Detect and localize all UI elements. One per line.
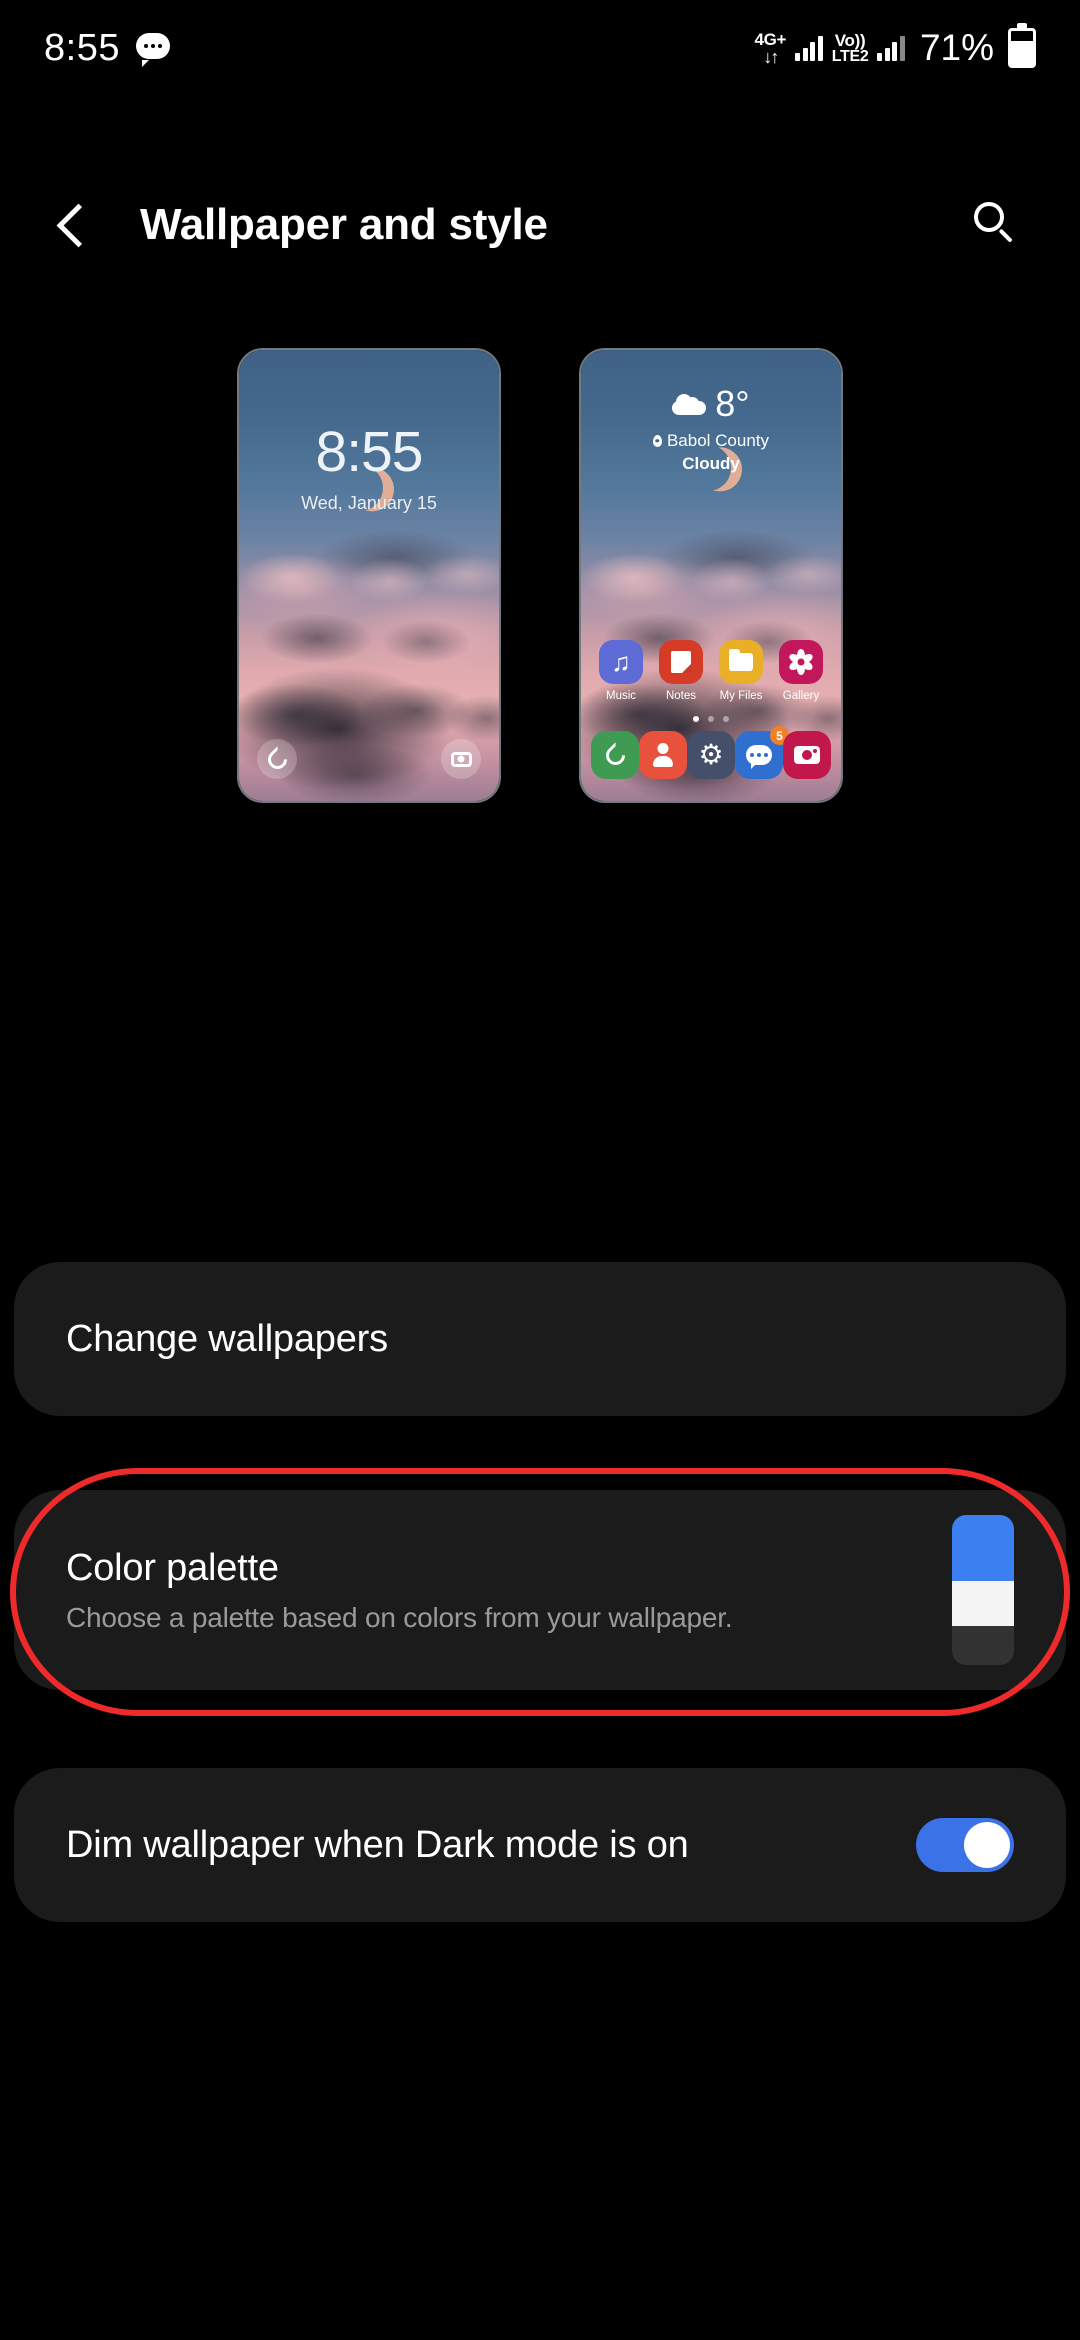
color-palette-row[interactable]: Color palette Choose a palette based on …: [14, 1490, 1066, 1690]
music-app-icon: ♫: [599, 640, 643, 684]
color-palette-title: Color palette: [66, 1546, 279, 1589]
search-button[interactable]: [948, 176, 1044, 272]
lock-shortcut-phone-button[interactable]: [257, 739, 297, 779]
lock-wallpaper-image: [239, 350, 499, 801]
home-screen-preview[interactable]: 8° Babol County Cloudy ♫ Music Notes My …: [579, 348, 843, 803]
page-title: Wallpaper and style: [140, 200, 548, 249]
home-app-gallery[interactable]: Gallery: [773, 640, 829, 702]
dim-wallpaper-toggle[interactable]: [916, 1818, 1014, 1872]
notes-app-icon: [659, 640, 703, 684]
home-app-my-files[interactable]: My Files: [713, 640, 769, 702]
weather-location-row: Babol County: [581, 431, 841, 451]
home-dock: ⚙ 5: [581, 726, 841, 779]
settings-app-icon[interactable]: ⚙: [687, 731, 735, 779]
status-bar-right: 4G+ ↓↑ Vo)) LTE2 71%: [754, 27, 1036, 69]
search-icon: [974, 202, 1018, 246]
status-bar-left: 8:55: [44, 27, 170, 70]
battery-percent-label: 71%: [919, 27, 994, 68]
lock-screen-date: Wed, January 15: [301, 493, 437, 513]
battery-icon: [1008, 28, 1036, 68]
lock-screen-clock: 8:55: [315, 420, 424, 484]
change-wallpapers-title: Change wallpapers: [66, 1317, 388, 1360]
wallpaper-previews: 8:55 Wed, January 15 8° Babol County Clo…: [0, 348, 1080, 803]
swatch-color-3: [952, 1626, 1014, 1665]
dim-wallpaper-texts: Dim wallpaper when Dark mode is on: [66, 1824, 916, 1867]
gallery-app-icon: [779, 640, 823, 684]
app-label: My Files: [719, 690, 763, 702]
phone-app-icon[interactable]: [591, 731, 639, 779]
location-pin-icon: [652, 435, 662, 447]
weather-temperature-row: 8°: [581, 386, 841, 422]
dim-wallpaper-title: Dim wallpaper when Dark mode is on: [66, 1823, 689, 1866]
volte-label: Vo)): [834, 30, 866, 50]
lte-label: LTE2: [831, 47, 869, 65]
status-bar: 8:55 4G+ ↓↑ Vo)) LTE2 71%: [0, 0, 1080, 96]
home-app-music[interactable]: ♫ Music: [593, 640, 649, 702]
home-app-grid: ♫ Music Notes My Files Gallery: [581, 640, 841, 702]
message-bubble-icon: [135, 33, 170, 67]
signal-bars-sim1-icon: [795, 35, 823, 61]
change-wallpapers-texts: Change wallpapers: [66, 1318, 1014, 1361]
color-palette-subtitle: Choose a palette based on colors from yo…: [66, 1601, 733, 1633]
dim-wallpaper-row[interactable]: Dim wallpaper when Dark mode is on: [14, 1768, 1066, 1922]
change-wallpapers-row[interactable]: Change wallpapers: [14, 1262, 1066, 1416]
app-label: Notes: [665, 690, 697, 702]
app-bar: Wallpaper and style: [0, 170, 1080, 280]
contacts-app-icon[interactable]: [639, 731, 687, 779]
signal-bars-sim2-icon: [877, 35, 905, 61]
cloudy-icon: [672, 393, 707, 415]
back-button[interactable]: [30, 177, 126, 273]
phone-icon: [263, 745, 291, 773]
status-bar-clock: 8:55: [44, 26, 120, 69]
toggle-knob: [964, 1822, 1010, 1868]
weather-location: Babol County: [666, 431, 770, 450]
color-palette-texts: Color palette Choose a palette based on …: [66, 1547, 952, 1634]
messages-app-icon[interactable]: 5: [735, 726, 789, 779]
lock-screen-preview[interactable]: 8:55 Wed, January 15: [237, 348, 501, 803]
network-type-label: 4G+: [754, 29, 787, 49]
camera-app-icon[interactable]: [783, 731, 831, 779]
app-label: Gallery: [782, 690, 820, 702]
weather-temperature: 8°: [715, 383, 750, 424]
color-palette-swatch-preview[interactable]: [952, 1515, 1014, 1665]
swatch-color-1: [952, 1515, 1014, 1581]
volte-indicator: Vo)) LTE2: [832, 32, 869, 65]
network-type-indicator: 4G+ ↓↑: [754, 31, 786, 66]
home-page-indicator[interactable]: [581, 716, 841, 722]
home-app-notes[interactable]: Notes: [653, 640, 709, 702]
weather-condition: Cloudy: [682, 454, 740, 473]
my-files-app-icon: [719, 640, 763, 684]
weather-widget[interactable]: 8° Babol County Cloudy: [581, 386, 841, 474]
camera-icon: [450, 751, 472, 767]
data-transfer-arrows-icon: ↓↑: [763, 46, 779, 67]
lock-shortcut-camera-button[interactable]: [441, 739, 481, 779]
swatch-color-2: [952, 1581, 1014, 1626]
back-chevron-icon: [56, 203, 100, 247]
app-label: Music: [605, 690, 637, 702]
